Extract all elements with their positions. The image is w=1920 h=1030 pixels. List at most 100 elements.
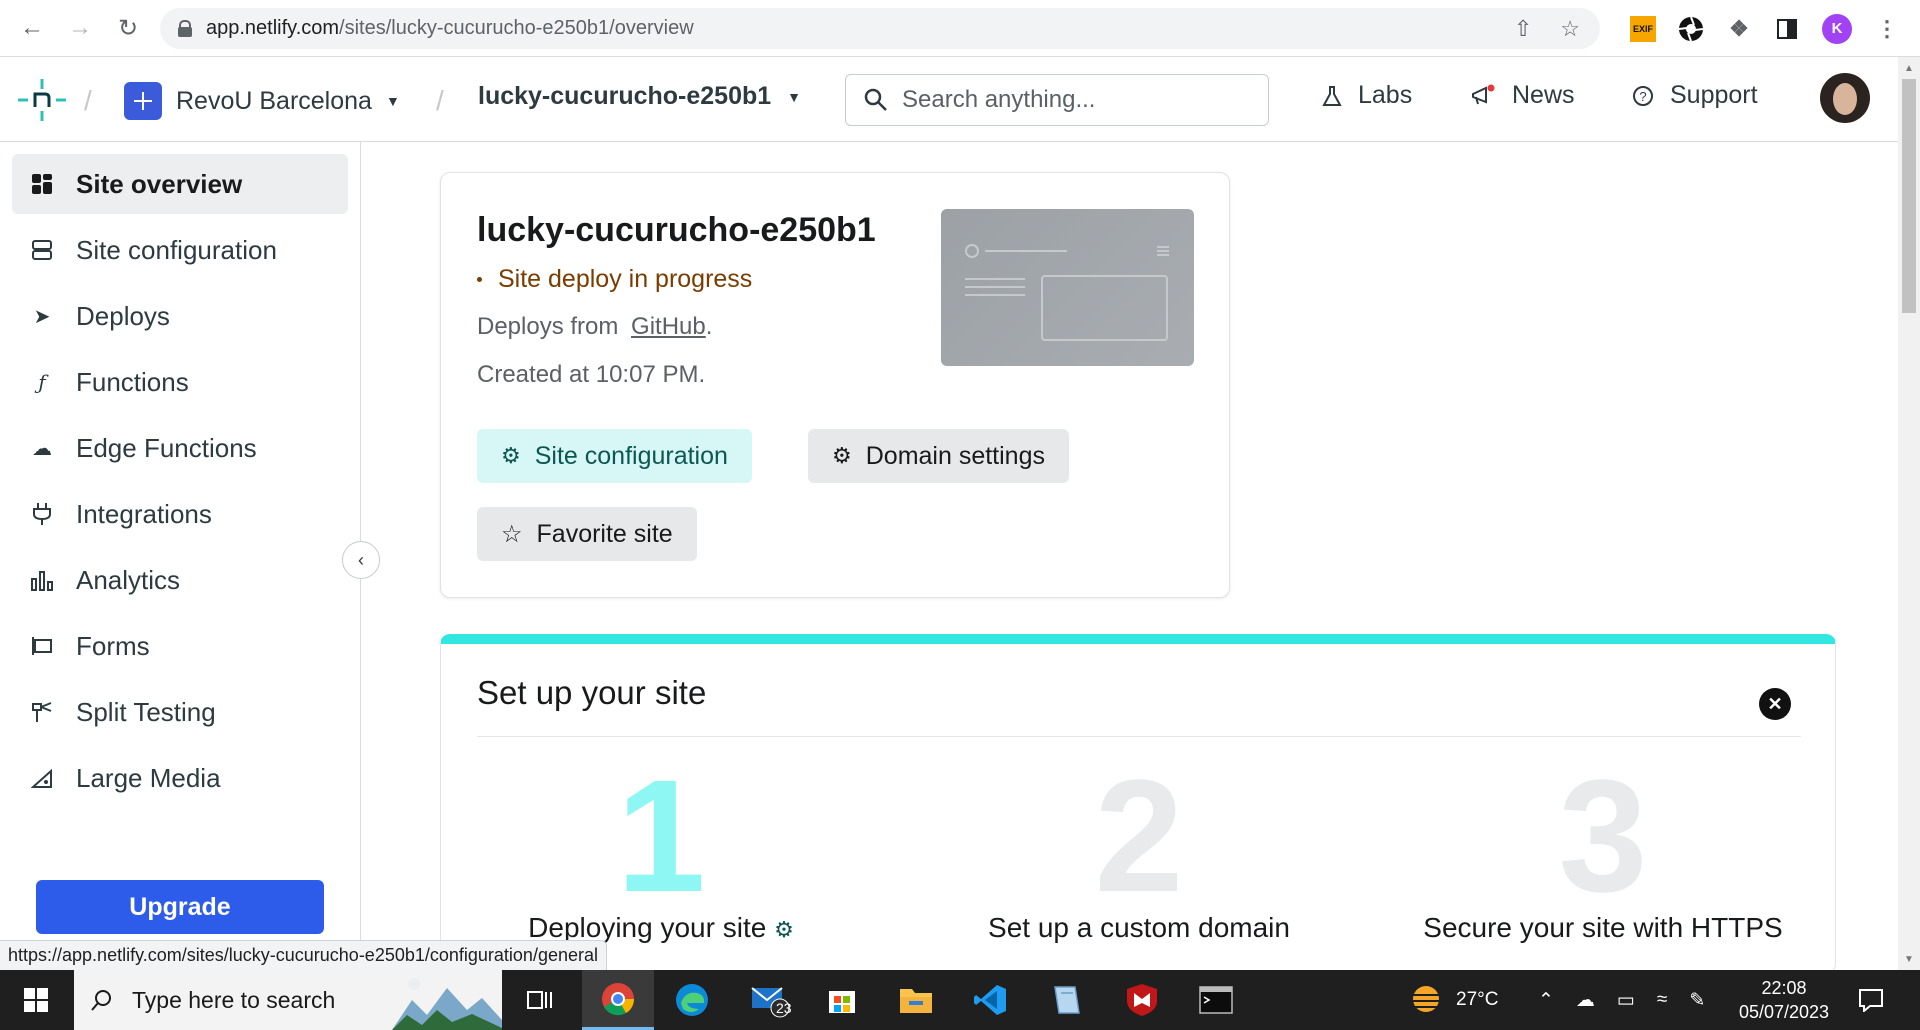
notification-icon[interactable] xyxy=(1858,970,1884,1030)
address-bar[interactable]: app.netlify.com/sites/lucky-cucurucho-e2… xyxy=(160,8,1600,49)
reload-icon[interactable]: ↻ xyxy=(108,8,148,48)
favorite-site-button[interactable]: ☆ Favorite site xyxy=(477,507,697,561)
support-link[interactable]: ? Support xyxy=(1632,81,1758,110)
wifi-icon[interactable]: ≈ xyxy=(1657,989,1667,1011)
site-switcher[interactable]: lucky-cucurucho-e250b1 ▼ xyxy=(478,82,801,111)
news-link[interactable]: News xyxy=(1470,81,1575,110)
mail-badge: 23 xyxy=(776,1000,792,1016)
sidebar-item-analytics[interactable]: Analytics xyxy=(12,550,348,610)
setup-step-3: 3 Secure your site with HTTPS xyxy=(1383,756,1823,944)
taskbar-search[interactable]: Type here to search xyxy=(74,970,502,1030)
search-icon xyxy=(864,88,887,111)
upgrade-button[interactable]: Upgrade xyxy=(36,880,324,934)
chrome-taskbar-icon[interactable] xyxy=(582,970,654,1030)
sidebar-item-large-media[interactable]: Large Media xyxy=(12,748,348,808)
sidebar-item-site-overview[interactable]: Site overview xyxy=(12,154,348,214)
status-dot-icon xyxy=(477,277,482,282)
bookmark-star-icon[interactable]: ☆ xyxy=(1560,16,1580,42)
terminal-taskbar-icon[interactable] xyxy=(1180,970,1252,1030)
weather-widget[interactable]: 27°C xyxy=(1408,970,1498,1030)
search-box[interactable] xyxy=(845,74,1269,126)
setup-your-site-card: Set up your site ✕ 1 Deploying your site… xyxy=(440,634,1836,974)
created-at: Created at 10:07 PM. xyxy=(477,361,706,388)
team-switcher[interactable]: RevoU Barcelona ▼ xyxy=(124,82,400,120)
store-taskbar-icon[interactable] xyxy=(806,970,878,1030)
step-number: 1 xyxy=(616,746,706,925)
scroll-thumb[interactable] xyxy=(1902,79,1916,313)
sidebar-item-deploys[interactable]: ➤ Deploys xyxy=(12,286,348,346)
scroll-up-icon[interactable]: ▲ xyxy=(1898,59,1920,77)
mail-taskbar-icon[interactable]: 23 xyxy=(734,970,806,1030)
battery-icon[interactable]: ▭ xyxy=(1617,989,1635,1012)
close-icon[interactable]: ✕ xyxy=(1759,688,1791,720)
setup-step-1: 1 Deploying your site ⚙ xyxy=(441,756,881,944)
vscode-taskbar-icon[interactable] xyxy=(954,970,1026,1030)
team-avatar xyxy=(124,82,162,120)
forward-icon[interactable]: → xyxy=(60,8,100,48)
megaphone-icon xyxy=(1472,84,1495,104)
sidebar-item-label: Site overview xyxy=(76,168,243,199)
deploy-status-text[interactable]: Site deploy in progress xyxy=(498,265,752,294)
team-name: RevoU Barcelona xyxy=(176,86,372,115)
onedrive-icon[interactable]: ☁ xyxy=(1576,989,1595,1012)
file-explorer-taskbar-icon[interactable] xyxy=(880,970,952,1030)
clock-time: 22:08 xyxy=(1761,978,1807,998)
search-input[interactable] xyxy=(902,86,1242,114)
deploys-from-prefix: Deploys from xyxy=(477,313,619,340)
gear-icon: ⚙ xyxy=(501,443,521,468)
back-icon[interactable]: ← xyxy=(12,8,52,48)
breadcrumb-separator: / xyxy=(84,85,92,116)
mcafee-taskbar-icon[interactable] xyxy=(1106,970,1178,1030)
sidebar-item-label: Forms xyxy=(76,630,150,661)
profile-avatar[interactable]: K xyxy=(1822,13,1852,44)
netlify-logo-icon[interactable] xyxy=(18,79,66,121)
windows-start-icon[interactable] xyxy=(0,970,72,1030)
user-avatar[interactable] xyxy=(1820,73,1870,123)
aperture-extension-icon[interactable] xyxy=(1678,16,1704,42)
server-icon xyxy=(30,238,54,262)
side-panel-icon[interactable] xyxy=(1774,16,1800,42)
url-path: /sites/lucky-cucurucho-e250b1/overview xyxy=(339,17,694,39)
sidebar-item-integrations[interactable]: Integrations xyxy=(12,484,348,544)
share-icon[interactable]: ⇧ xyxy=(1514,16,1532,42)
pen-app-taskbar-icon[interactable] xyxy=(1030,970,1102,1030)
sidebar-item-edge-functions[interactable]: ☁ Edge Functions xyxy=(12,418,348,478)
site-name: lucky-cucurucho-e250b1 xyxy=(478,82,772,110)
domain-settings-label: Domain settings xyxy=(865,441,1045,470)
sidebar-item-functions[interactable]: ƒ Functions xyxy=(12,352,348,412)
sidebar-item-label: Deploys xyxy=(76,300,170,331)
domain-settings-button[interactable]: ⚙ Domain settings xyxy=(808,429,1069,483)
search-highlight-illustration-icon xyxy=(392,978,502,1030)
page-scrollbar[interactable]: ▲ ▼ xyxy=(1898,57,1920,970)
gear-icon: ⚙ xyxy=(832,443,852,468)
sidebar: Site overview Site configuration ➤ Deplo… xyxy=(0,142,361,970)
more-menu-icon[interactable]: ⋮ xyxy=(1874,16,1900,42)
site-preview-thumbnail[interactable] xyxy=(941,209,1194,366)
github-link[interactable]: GitHub xyxy=(631,313,706,340)
step-label[interactable]: Secure your site with HTTPS xyxy=(1383,912,1823,944)
app-header: / RevoU Barcelona ▼ / lucky-cucurucho-e2… xyxy=(0,57,1898,142)
scroll-down-icon[interactable]: ▼ xyxy=(1898,950,1920,968)
labs-link[interactable]: Labs xyxy=(1322,81,1412,110)
pen-icon[interactable]: ✎ xyxy=(1689,989,1705,1012)
site-configuration-button[interactable]: ⚙ Site configuration xyxy=(477,429,752,483)
status-bar-link: https://app.netlify.com/sites/lucky-cucu… xyxy=(0,940,607,970)
edge-taskbar-icon[interactable] xyxy=(656,970,728,1030)
chevron-down-icon: ▼ xyxy=(787,88,802,105)
sidebar-item-split-testing[interactable]: Split Testing xyxy=(12,682,348,742)
windows-taskbar: Type here to search 23 27°C ⌃ ☁ ▭ ≈ ✎ 22… xyxy=(0,970,1920,1030)
sidebar-item-site-configuration[interactable]: Site configuration xyxy=(12,220,348,280)
collapse-sidebar-icon[interactable]: ‹ xyxy=(342,541,380,579)
clock[interactable]: 22:08 05/07/2023 xyxy=(1724,976,1844,1024)
sidebar-item-label: Large Media xyxy=(76,762,221,793)
sidebar-item-forms[interactable]: Forms xyxy=(12,616,348,676)
sidebar-item-label: Functions xyxy=(76,366,189,397)
puzzle-extensions-icon[interactable]: ❖ xyxy=(1726,16,1752,42)
chevron-up-icon[interactable]: ⌃ xyxy=(1538,989,1554,1012)
task-view-icon[interactable] xyxy=(504,970,576,1030)
plug-icon xyxy=(30,502,54,526)
sidebar-item-label: Split Testing xyxy=(76,696,216,727)
divider xyxy=(477,736,1801,737)
exif-extension-icon[interactable]: EXIF xyxy=(1630,15,1656,42)
step-label[interactable]: Set up a custom domain xyxy=(919,912,1359,944)
